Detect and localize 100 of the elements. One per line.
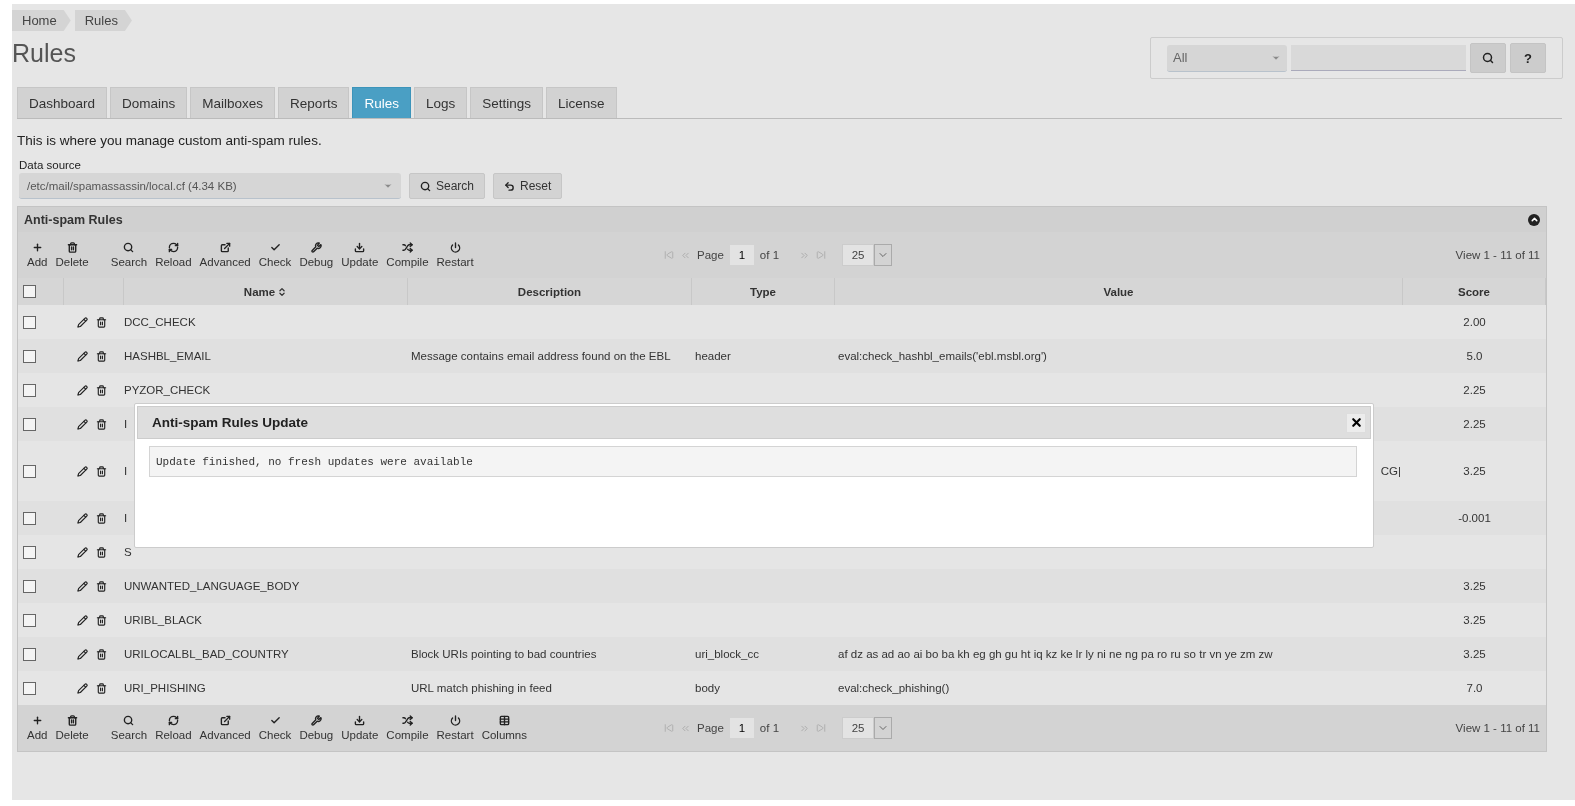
trash-icon[interactable] xyxy=(96,465,107,477)
toolbar-button[interactable]: Compile xyxy=(383,242,432,268)
page-label: Page xyxy=(697,722,724,734)
edit-icon[interactable] xyxy=(77,546,88,558)
intro-text: This is where you manage custom anti-spam rules. xyxy=(17,133,323,148)
breadcrumb-link[interactable]: Home xyxy=(12,10,71,31)
rule-name: I xyxy=(124,465,128,477)
rule-name: HASHBL_EMAIL xyxy=(124,350,211,362)
toolbar-button[interactable]: Debug xyxy=(296,242,337,268)
edit-icon[interactable] xyxy=(77,384,88,396)
nav-tab[interactable]: Settings xyxy=(470,87,543,118)
trash-icon xyxy=(66,242,78,253)
toolbar-button[interactable]: Add xyxy=(24,242,51,268)
nav-tab[interactable]: Mailboxes xyxy=(190,87,276,118)
rule-name: UNWANTED_LANGUAGE_BODY xyxy=(124,580,300,592)
edit-icon[interactable] xyxy=(77,614,88,626)
toolbar-button[interactable]: Columns xyxy=(478,715,530,741)
rule-score: -0.001 xyxy=(1458,512,1491,524)
toolbar-button[interactable]: Delete xyxy=(52,242,92,268)
trash-icon[interactable] xyxy=(96,418,107,430)
column-header[interactable]: Score xyxy=(1458,285,1490,298)
column-header[interactable]: Value xyxy=(1103,285,1134,298)
row-checkbox[interactable] xyxy=(23,349,36,363)
download-icon xyxy=(354,715,366,726)
toolbar-button[interactable]: Reload xyxy=(152,715,195,741)
nav-tab[interactable]: Logs xyxy=(413,87,468,118)
edit-icon[interactable] xyxy=(77,580,88,592)
edit-icon[interactable] xyxy=(77,350,88,362)
row-checkbox[interactable] xyxy=(23,613,36,627)
collapse-icon[interactable] xyxy=(1528,213,1540,226)
select-all-checkbox[interactable] xyxy=(23,285,36,298)
trash-icon[interactable] xyxy=(96,614,107,626)
nav-tab[interactable]: License xyxy=(545,87,617,118)
toolbar-button[interactable]: Search xyxy=(107,715,151,741)
close-button[interactable] xyxy=(1346,412,1366,433)
trash-icon[interactable] xyxy=(96,546,107,558)
rule-description: Message contains email address found on the EBL xyxy=(411,350,671,362)
edit-icon[interactable] xyxy=(77,648,88,660)
toolbar-button[interactable]: Update xyxy=(338,242,382,268)
trash-icon[interactable] xyxy=(96,350,107,362)
edit-icon[interactable] xyxy=(77,418,88,430)
view-range: View 1 - 11 of 11 xyxy=(1455,722,1540,734)
rule-type: body xyxy=(695,682,720,694)
dialog-title: Anti-spam Rules Update xyxy=(152,415,309,430)
row-checkbox[interactable] xyxy=(23,681,36,695)
edit-icon[interactable] xyxy=(77,682,88,694)
search-button[interactable] xyxy=(1470,43,1506,73)
row-checkbox[interactable] xyxy=(23,579,36,593)
nav-tab[interactable]: Reports xyxy=(278,87,350,118)
row-checkbox[interactable] xyxy=(23,511,36,525)
page-input[interactable]: 1 xyxy=(729,718,754,738)
column-header[interactable]: Description xyxy=(517,285,582,298)
toolbar-button[interactable]: Restart xyxy=(433,715,477,741)
edit-icon[interactable] xyxy=(77,465,88,477)
page-label: Page xyxy=(697,249,724,261)
edit-icon[interactable] xyxy=(77,316,88,328)
toolbar-button[interactable]: Advanced xyxy=(196,715,254,741)
toolbar-button[interactable]: Search xyxy=(107,242,151,268)
rule-value: eval:check_hashbl_emails('ebl.msbl.org') xyxy=(838,350,1047,362)
row-checkbox[interactable] xyxy=(23,417,36,431)
row-checkbox[interactable] xyxy=(23,315,36,329)
toolbar-button[interactable]: Update xyxy=(338,715,382,741)
toolbar-button[interactable]: Restart xyxy=(433,242,477,268)
rule-score: 7.0 xyxy=(1466,682,1483,694)
row-checkbox[interactable] xyxy=(23,383,36,397)
trash-icon[interactable] xyxy=(96,580,107,592)
trash-icon[interactable] xyxy=(96,384,107,396)
row-checkbox[interactable] xyxy=(23,464,36,478)
rule-score: 2.25 xyxy=(1463,418,1486,430)
toolbar-button[interactable]: Compile xyxy=(383,715,432,741)
check-icon xyxy=(269,715,281,726)
toolbar-button[interactable]: Delete xyxy=(52,715,92,741)
page-input[interactable]: 1 xyxy=(729,245,754,265)
toolbar-button[interactable]: Reload xyxy=(152,242,195,268)
edit-icon[interactable] xyxy=(77,512,88,524)
nav-tab[interactable]: Dashboard xyxy=(17,87,108,118)
toolbar-button[interactable]: Debug xyxy=(296,715,337,741)
search-icon xyxy=(1482,52,1494,64)
trash-icon[interactable] xyxy=(96,316,107,328)
breadcrumb-link[interactable]: Rules xyxy=(74,10,132,31)
form-button[interactable]: Reset xyxy=(493,173,563,199)
search-field[interactable] xyxy=(1291,45,1466,71)
toolbar-button[interactable]: Check xyxy=(255,242,295,268)
rule-name: URIBL_BLACK xyxy=(124,614,202,626)
trash-icon[interactable] xyxy=(96,512,107,524)
form-button[interactable]: Search xyxy=(409,173,486,199)
toolbar-button[interactable]: Check xyxy=(255,715,295,741)
trash-icon[interactable] xyxy=(96,682,107,694)
column-header[interactable]: Type xyxy=(750,285,776,298)
help-button[interactable]: ? xyxy=(1510,43,1546,73)
nav-tab[interactable]: Domains xyxy=(110,87,188,118)
trash-icon[interactable] xyxy=(96,648,107,660)
data-source-select[interactable]: /etc/mail/spamassassin/local.cf (4.34 KB) xyxy=(19,173,401,199)
scope-select[interactable]: All xyxy=(1167,44,1287,72)
toolbar-button[interactable]: Advanced xyxy=(196,242,254,268)
row-checkbox[interactable] xyxy=(23,647,36,661)
row-checkbox[interactable] xyxy=(23,545,36,559)
toolbar-button[interactable]: Add xyxy=(24,715,51,741)
column-header[interactable]: Name xyxy=(243,285,288,298)
rule-score: 3.25 xyxy=(1463,580,1486,592)
